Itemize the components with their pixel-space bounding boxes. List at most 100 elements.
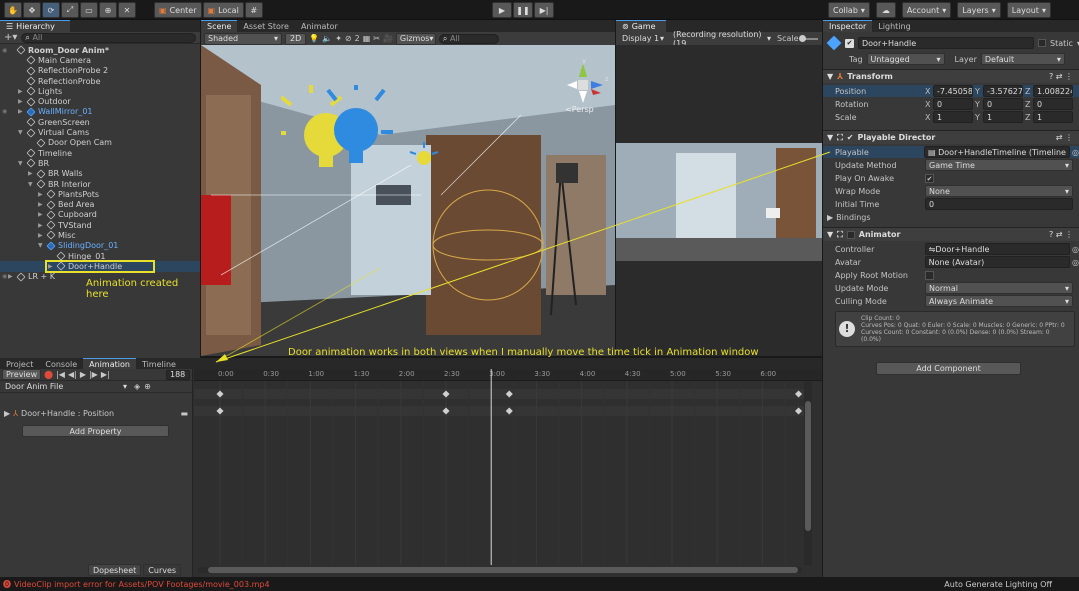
active-checkbox[interactable]: ✔ xyxy=(845,38,854,48)
collab-button[interactable]: Collab ▾ xyxy=(828,2,870,18)
display-dropdown[interactable]: Display 1 ▾ xyxy=(619,33,667,45)
tab-game[interactable]: ⊚ Game xyxy=(616,20,666,32)
tab-scene[interactable]: Scene xyxy=(201,20,238,32)
foldout-arrow-icon[interactable]: ▶ xyxy=(28,170,34,177)
tab-hierarchy[interactable]: ☰ Hierarchy xyxy=(0,20,70,32)
foldout-arrow-icon[interactable]: ▶ xyxy=(38,201,44,208)
scale-z-input[interactable]: 1 xyxy=(1033,111,1073,123)
preview-button[interactable]: Preview xyxy=(2,369,42,380)
step-button[interactable]: ▶| xyxy=(534,2,554,18)
position-z-input[interactable]: 1.008224 xyxy=(1033,85,1073,97)
first-key-icon[interactable]: |◀ xyxy=(56,370,65,379)
play-on-awake-checkbox[interactable]: ✔ xyxy=(925,173,934,183)
gizmos-dropdown[interactable]: Gizmos ▾ xyxy=(395,32,436,45)
object-name-input[interactable]: Door+Handle xyxy=(858,37,1034,49)
component-menu-icon[interactable]: ? ⇄ ⋮ xyxy=(1049,72,1073,81)
custom-tool-icon[interactable]: ✕ xyxy=(118,2,136,18)
axis-z-label[interactable]: Z xyxy=(1025,100,1033,109)
add-icon[interactable]: +▾ xyxy=(4,32,17,43)
audio-toggle-icon[interactable]: 🔈 xyxy=(322,34,332,43)
hierarchy-item[interactable]: ▶ Outdoor xyxy=(0,96,200,107)
scene-orientation-gizmo[interactable] xyxy=(563,63,611,111)
foldout-arrow-icon[interactable]: ▶ xyxy=(18,108,24,115)
foldout-arrow-icon[interactable]: ▶ xyxy=(38,211,44,218)
rect-tool-icon[interactable]: ▭ xyxy=(80,2,98,18)
hand-tool-icon[interactable]: ✋ xyxy=(4,2,22,18)
tab-animator[interactable]: Animator xyxy=(295,20,344,32)
tab-inspector[interactable]: Inspector xyxy=(823,20,873,32)
rotation-y-input[interactable]: 0 xyxy=(983,98,1023,110)
hierarchy-item[interactable]: ▶ Cupboard xyxy=(0,210,200,220)
initial-time-input[interactable]: 0 xyxy=(925,198,1073,210)
scale-x-input[interactable]: 1 xyxy=(933,111,973,123)
play-icon[interactable]: ▶ xyxy=(80,370,86,379)
hierarchy-item[interactable]: GreenScreen xyxy=(0,117,200,127)
component-menu-icon[interactable]: ⇄ ⋮ xyxy=(1056,133,1073,142)
wrap-mode-dropdown[interactable]: None ▾ xyxy=(925,185,1073,197)
scene-viewport[interactable]: y z <Persp xyxy=(201,45,615,356)
tab-lighting[interactable]: Lighting xyxy=(872,20,916,32)
foldout-arrow-icon[interactable]: ▶ xyxy=(38,191,44,198)
layers-button[interactable]: Layers ▾ xyxy=(957,2,1001,18)
playable-field[interactable]: ▤ Door+HandleTimeline (TimelineAss xyxy=(924,146,1071,158)
rotate-tool-icon[interactable]: ⟳ xyxy=(42,2,60,18)
play-button[interactable]: ▶ xyxy=(492,2,512,18)
move-tool-icon[interactable]: ✥ xyxy=(23,2,41,18)
bindings-foldout[interactable]: ▶ Bindings xyxy=(823,211,1079,223)
account-button[interactable]: Account ▾ xyxy=(901,2,952,18)
transform-tool-icon[interactable]: ⊕ xyxy=(99,2,117,18)
visibility-icon[interactable]: ◉ xyxy=(2,108,16,115)
axis-x-label[interactable]: X xyxy=(925,100,933,109)
add-keyframe-icon[interactable]: ◈ xyxy=(134,382,140,391)
pause-button[interactable]: ❚❚ xyxy=(513,2,533,18)
controller-field[interactable]: ⇋ Door+Handle xyxy=(924,243,1071,255)
dopesheet-area[interactable]: 0:00 0:30 1:00 1:30 2:00 2:30 3:00 3:30 4:00 4:30… xyxy=(194,369,822,577)
rotation-x-input[interactable]: 0 xyxy=(933,98,973,110)
director-enabled-checkbox[interactable]: ✔ xyxy=(847,133,854,142)
foldout-arrow-icon[interactable]: ▼ xyxy=(38,242,44,249)
animator-header[interactable]: ▼ ⛶ Animator ? ⇄ ⋮ xyxy=(823,227,1079,241)
grid-toggle-icon[interactable]: ▦ xyxy=(363,34,371,43)
frame-input[interactable]: 188 xyxy=(166,369,190,380)
vertical-scrollbar[interactable] xyxy=(804,381,812,565)
hierarchy-item[interactable]: ▶ Misc xyxy=(0,230,200,241)
layer-dropdown[interactable]: Default ▾ xyxy=(980,53,1065,65)
hierarchy-item[interactable]: ▶ TVStand xyxy=(0,220,200,230)
curves-tab[interactable]: Curves xyxy=(143,564,182,576)
pivot-local-button[interactable]: ▣ Local xyxy=(202,2,244,18)
game-viewport[interactable] xyxy=(616,45,822,356)
axis-y-label[interactable]: Y xyxy=(975,100,983,109)
playable-director-header[interactable]: ▼ ⛶ ✔ Playable Director ⇄ ⋮ xyxy=(823,130,1079,144)
hierarchy-item[interactable]: ▶ PlantsPots xyxy=(0,189,200,199)
position-y-input[interactable]: -3.576279 xyxy=(983,85,1023,97)
axis-z-label[interactable]: Z xyxy=(1025,113,1033,122)
scale-slider[interactable] xyxy=(798,34,818,42)
grid-snap-icon[interactable]: # xyxy=(244,2,263,18)
shading-dropdown[interactable]: Shaded ▾ xyxy=(204,32,282,45)
tab-asset-store[interactable]: Asset Store xyxy=(237,20,295,32)
component-menu-icon[interactable]: ? ⇄ ⋮ xyxy=(1049,230,1073,239)
hierarchy-item[interactable]: ReflectionProbe xyxy=(0,76,200,86)
hierarchy-item[interactable]: ▼ Virtual Cams xyxy=(0,127,200,138)
object-picker-icon[interactable]: ◎ xyxy=(1072,245,1079,254)
next-key-icon[interactable]: |▶ xyxy=(89,370,98,379)
hierarchy-item[interactable]: Door Open Cam xyxy=(0,138,200,148)
layout-button[interactable]: Layout ▾ xyxy=(1006,2,1051,18)
axis-z-label[interactable]: Z xyxy=(1025,87,1033,96)
add-property-button[interactable]: Add Property xyxy=(22,425,169,437)
clip-dropdown[interactable]: Door Anim File ▾ xyxy=(2,381,130,393)
dopesheet-tab[interactable]: Dopesheet xyxy=(88,564,142,576)
record-icon[interactable]: ⬤ xyxy=(44,370,53,379)
property-menu-icon[interactable]: ▬ xyxy=(180,409,188,418)
horizontal-scrollbar[interactable] xyxy=(198,567,802,573)
foldout-arrow-icon[interactable]: ▼ xyxy=(18,160,24,167)
update-mode-dropdown[interactable]: Normal ▾ xyxy=(925,282,1073,294)
tag-dropdown[interactable]: Untagged ▾ xyxy=(866,53,945,65)
hierarchy-item[interactable]: ▶ BR Walls xyxy=(0,169,200,179)
hierarchy-item[interactable]: ▼ BR Interior xyxy=(0,179,200,189)
avatar-field[interactable]: None (Avatar) xyxy=(924,256,1071,268)
axis-x-label[interactable]: X xyxy=(925,87,933,96)
camera-settings-icon[interactable]: 🎥 xyxy=(383,34,393,43)
hierarchy-item[interactable]: ◉ Room_Door Anim* xyxy=(0,45,200,55)
hidden-objects-icon[interactable]: ⊘ xyxy=(345,34,352,43)
